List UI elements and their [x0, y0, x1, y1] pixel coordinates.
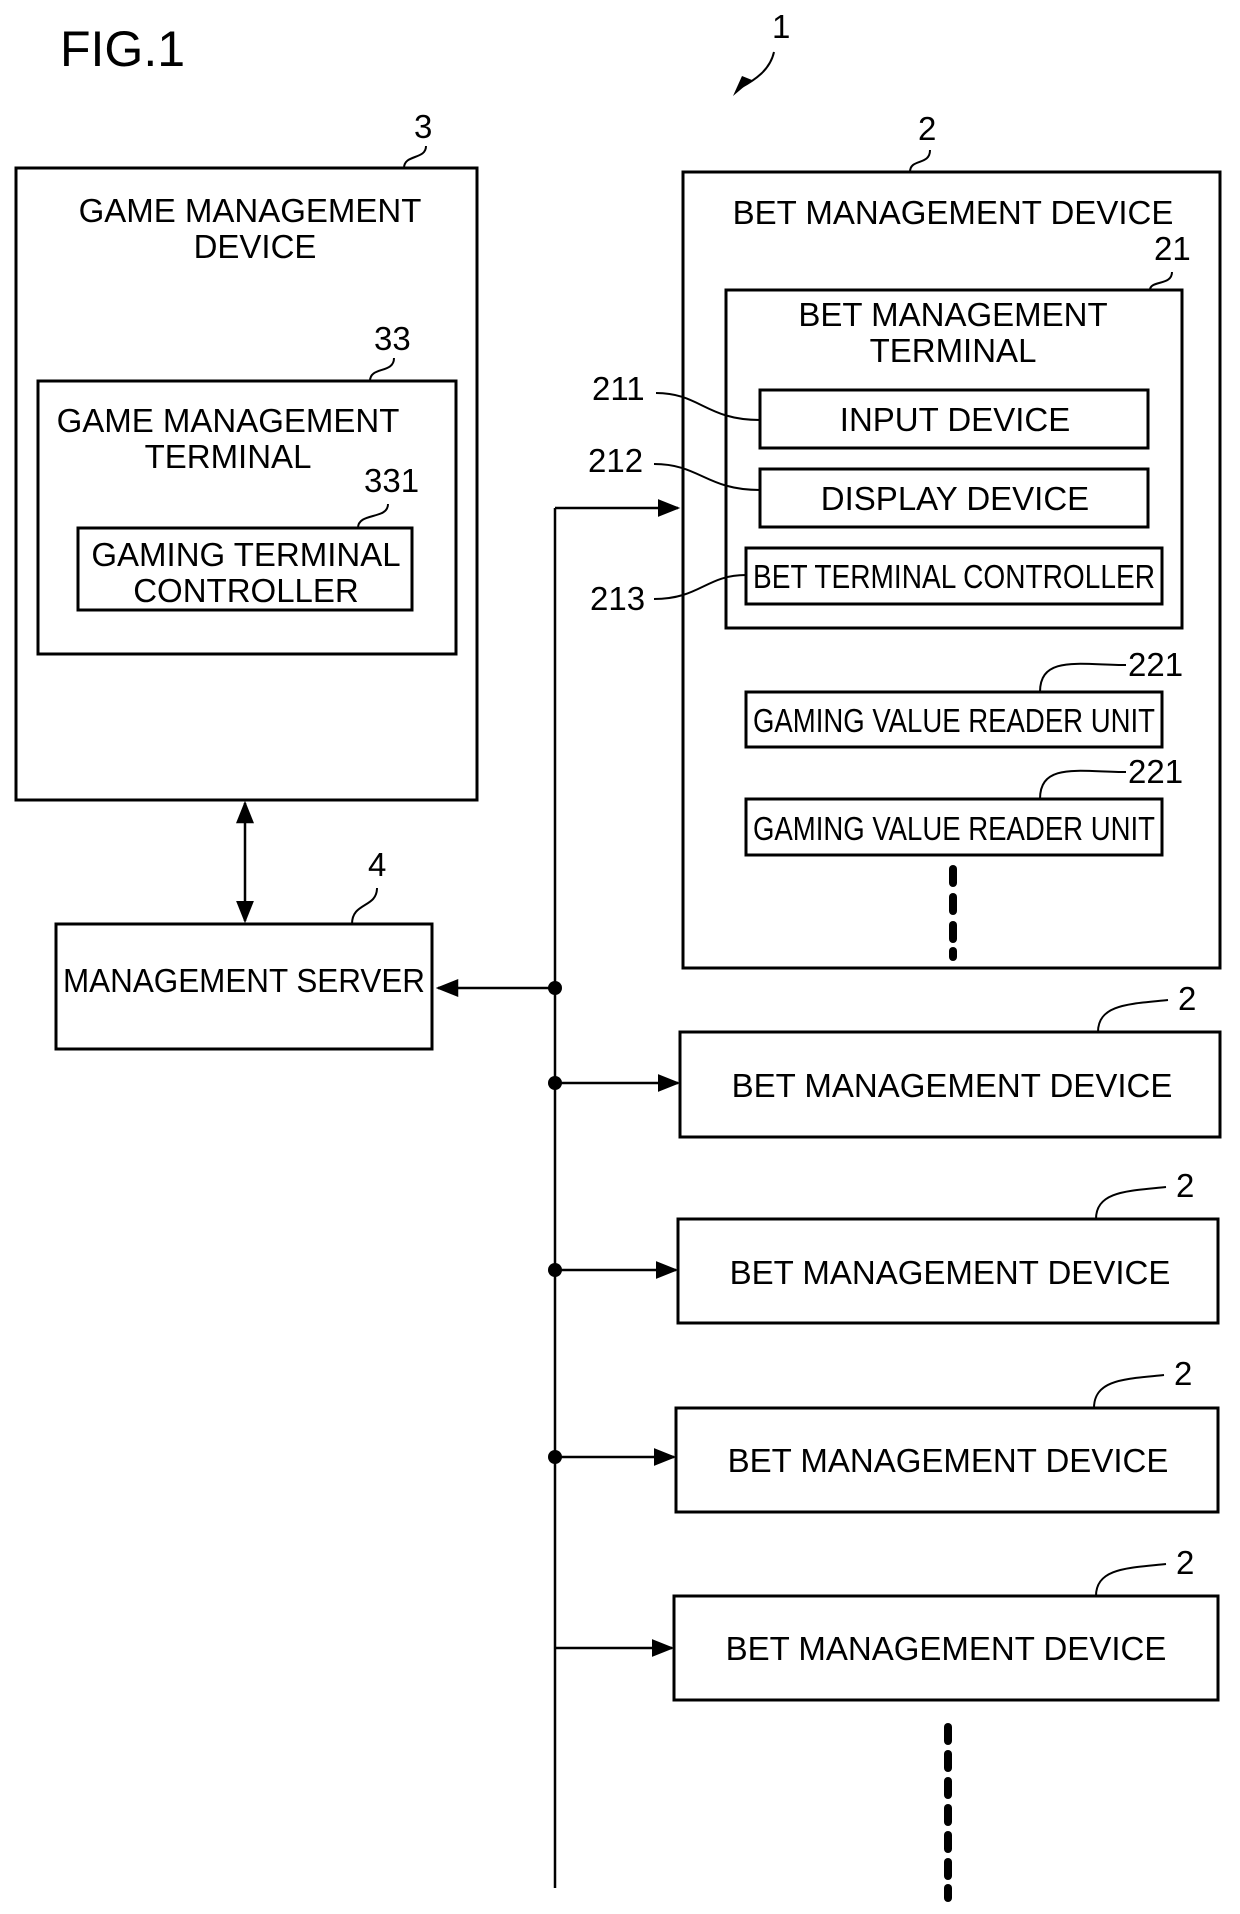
gaming-value-reader-unit-label: GAMING VALUE READER UNIT	[753, 810, 1155, 847]
bet-management-terminal-label-line1: BET MANAGEMENT	[798, 296, 1107, 333]
gaming-terminal-controller-label-line2: CONTROLLER	[133, 572, 359, 609]
bet-management-device[interactable]: 2 BET MANAGEMENT DEVICE	[674, 1355, 1220, 1514]
ref-number-221: 221	[1128, 753, 1183, 790]
game-management-device-label-line1: GAME MANAGEMENT	[79, 192, 422, 229]
input-device-label: INPUT DEVICE	[840, 401, 1070, 438]
ref-number-211: 211	[592, 370, 645, 407]
bet-management-device-label: BET MANAGEMENT DEVICE	[730, 1254, 1171, 1291]
figure-title: FIG.1	[60, 21, 185, 77]
ref-number-21: 21	[1154, 230, 1191, 267]
ref-number-2: 2	[1174, 1355, 1192, 1392]
ref-number-2: 2	[1176, 1544, 1194, 1581]
ref-number-1: 1	[772, 8, 790, 45]
bet-management-device[interactable]: 2 BET MANAGEMENT DEVICE	[678, 980, 1222, 1139]
bet-management-device-label: BET MANAGEMENT DEVICE	[728, 1442, 1169, 1479]
ref-number-2: 2	[1176, 1167, 1194, 1204]
ref-leader-2	[1093, 1374, 1165, 1409]
ref-number-221: 221	[1128, 646, 1183, 683]
bet-devices-continuation-ellipsis	[944, 1723, 952, 1902]
ref-number-213: 213	[590, 580, 645, 617]
ref-leader-2	[1095, 1186, 1167, 1220]
game-management-device[interactable]: 3 GAME MANAGEMENT DEVICE 33 GAME MANAGEM…	[14, 108, 479, 802]
bet-management-device[interactable]: 2 BET MANAGEMENT DEVICE	[672, 1544, 1220, 1702]
ref-number-2: 2	[918, 110, 936, 147]
bet-management-device-label: BET MANAGEMENT DEVICE	[726, 1630, 1167, 1667]
system-reference: 1	[733, 8, 790, 96]
game-management-terminal-label-line1: GAME MANAGEMENT	[57, 402, 400, 439]
ref-number-33: 33	[374, 320, 411, 357]
ref-number-2: 2	[1178, 980, 1196, 1017]
bet-management-terminal-label-line2: TERMINAL	[870, 332, 1037, 369]
bet-management-device-main[interactable]: 2 BET MANAGEMENT DEVICE 21 BET MANAGEMEN…	[588, 110, 1222, 970]
ref-leader-2	[1097, 999, 1169, 1033]
ref-leader-2	[1095, 1563, 1167, 1597]
system-diagram: FIG.1 1 3 GAME MANAGEMENT DEVICE 33 GAME…	[14, 8, 1222, 1902]
gaming-terminal-controller-label-line1: GAMING TERMINAL	[91, 536, 400, 573]
game-management-device-label-line2: DEVICE	[194, 228, 317, 265]
ref-number-4: 4	[368, 846, 386, 883]
bus-junction-dot	[548, 981, 562, 995]
gaming-value-reader-unit-label: GAMING VALUE READER UNIT	[753, 702, 1155, 739]
bet-management-terminal[interactable]: 21 BET MANAGEMENT TERMINAL 211 INPUT DEV…	[588, 230, 1191, 630]
ref-number-331: 331	[364, 462, 419, 499]
bet-terminal-controller-label: BET TERMINAL CONTROLLER	[753, 558, 1155, 595]
display-device-label: DISPLAY DEVICE	[821, 480, 1089, 517]
ref-leader-2	[909, 149, 931, 173]
ref-leader-3	[403, 145, 427, 169]
system-arrow-icon	[733, 76, 752, 96]
bet-management-device-label: BET MANAGEMENT DEVICE	[733, 194, 1174, 231]
game-management-terminal-label-line2: TERMINAL	[145, 438, 312, 475]
ref-number-212: 212	[588, 442, 643, 479]
bet-management-device-label: BET MANAGEMENT DEVICE	[732, 1067, 1173, 1104]
bet-management-device[interactable]: 2 BET MANAGEMENT DEVICE	[676, 1167, 1220, 1325]
ref-number-3: 3	[414, 108, 432, 145]
management-server-label: MANAGEMENT SERVER	[63, 962, 425, 999]
ref-leader-4	[351, 887, 378, 925]
